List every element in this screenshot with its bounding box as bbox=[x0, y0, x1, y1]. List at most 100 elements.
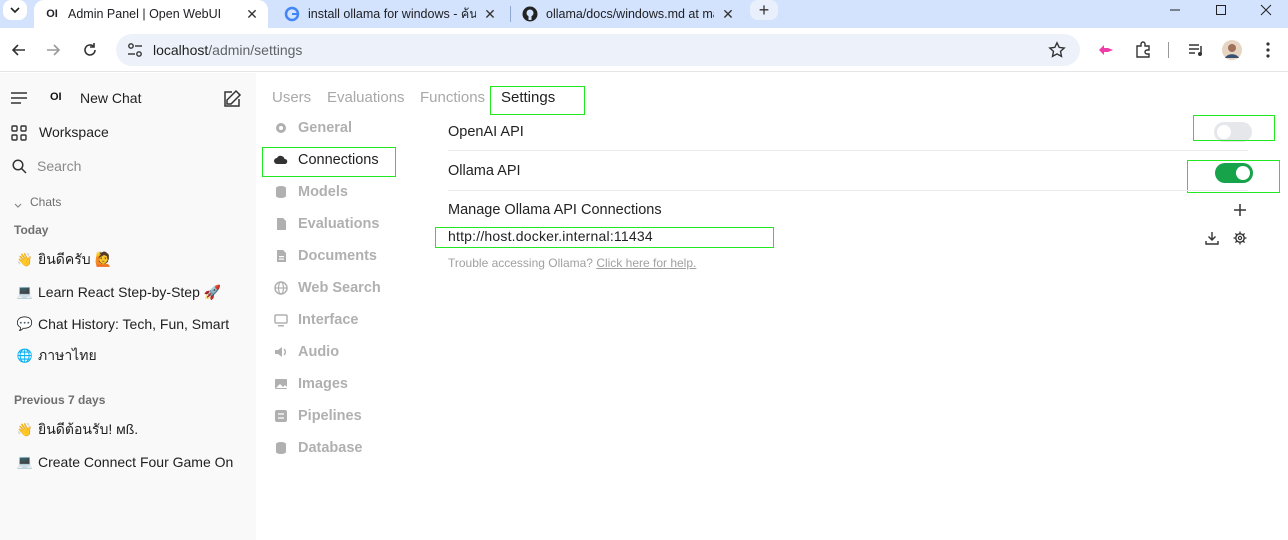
hamburger-menu-icon[interactable] bbox=[10, 91, 28, 110]
media-control-icon[interactable] bbox=[1186, 40, 1206, 60]
minimize-icon bbox=[1170, 9, 1180, 11]
plus-icon: + bbox=[758, 0, 770, 20]
image-icon bbox=[274, 377, 288, 391]
file-icon bbox=[274, 249, 288, 263]
settings-nav-general[interactable]: General bbox=[274, 117, 424, 139]
browser-tab-bar: OI Admin Panel | Open WebUI ✕ install ol… bbox=[0, 0, 1288, 28]
highlight-box-openai-toggle bbox=[1193, 115, 1275, 141]
new-chat-label[interactable]: New Chat bbox=[80, 90, 141, 106]
settings-nav-label: Pipelines bbox=[298, 408, 362, 424]
profile-avatar[interactable] bbox=[1222, 40, 1242, 60]
settings-nav-images[interactable]: Images bbox=[274, 373, 424, 395]
chat-emoji: 💬 bbox=[16, 316, 34, 331]
reload-button[interactable] bbox=[77, 37, 103, 63]
chat-item[interactable]: 💻 Create Connect Four Game On bbox=[16, 450, 238, 474]
settings-nav-evaluations[interactable]: Evaluations bbox=[274, 213, 424, 235]
chat-item[interactable]: 👋 ยินดีต้อนรับ! мß. bbox=[16, 418, 244, 442]
sidebar-search[interactable]: Search bbox=[0, 155, 256, 179]
settings-nav-label: Database bbox=[298, 440, 363, 456]
workspace-label: Workspace bbox=[39, 124, 109, 140]
settings-nav-label: Documents bbox=[298, 248, 377, 264]
maximize-button[interactable] bbox=[1198, 0, 1244, 20]
arrow-right-icon bbox=[47, 44, 61, 56]
settings-nav-interface[interactable]: Interface bbox=[274, 309, 424, 331]
tab-functions[interactable]: Functions bbox=[420, 89, 485, 106]
settings-nav-label: Web Search bbox=[298, 280, 381, 296]
settings-nav-documents[interactable]: Documents bbox=[274, 245, 424, 267]
settings-nav-label: Evaluations bbox=[298, 216, 380, 232]
previous-7-days-label: Previous 7 days bbox=[14, 393, 106, 407]
monitor-icon bbox=[274, 313, 288, 327]
toolbar-divider bbox=[1168, 42, 1169, 58]
sidebar-header: OI New Chat bbox=[0, 87, 256, 111]
settings-nav-label: Audio bbox=[298, 344, 340, 360]
highlight-box-settings-tab bbox=[490, 86, 585, 115]
close-tab-icon[interactable]: ✕ bbox=[244, 6, 260, 22]
settings-nav-web-search[interactable]: Web Search bbox=[274, 277, 424, 299]
settings-nav-pipelines[interactable]: Pipelines bbox=[274, 405, 424, 427]
sidebar-workspace[interactable]: Workspace bbox=[0, 121, 256, 145]
back-button[interactable] bbox=[6, 37, 32, 63]
chevron-down-icon bbox=[14, 197, 22, 215]
chat-item[interactable]: 🌐 ภาษาไทย bbox=[16, 344, 244, 368]
new-chat-pencil-icon[interactable] bbox=[222, 89, 242, 114]
connection-settings-button[interactable] bbox=[1231, 229, 1249, 247]
pipeline-icon bbox=[274, 409, 288, 423]
close-window-button[interactable] bbox=[1244, 0, 1288, 20]
tab-search-button[interactable] bbox=[3, 0, 27, 20]
divider bbox=[448, 190, 1248, 191]
tab-evaluations[interactable]: Evaluations bbox=[327, 89, 405, 106]
chat-emoji: 🌐 bbox=[16, 348, 34, 363]
settings-nav-database[interactable]: Database bbox=[274, 437, 424, 459]
browser-tab-admin-panel[interactable]: OI Admin Panel | Open WebUI ✕ bbox=[34, 0, 268, 28]
arrow-left-icon bbox=[11, 44, 25, 56]
speaker-icon bbox=[274, 345, 288, 359]
browser-tab-google[interactable]: install ollama for windows - ค้นห ✕ bbox=[274, 0, 506, 28]
add-connection-button[interactable] bbox=[1231, 201, 1249, 219]
browser-menu-kebab-icon[interactable] bbox=[1258, 40, 1278, 60]
chat-title: Chat History: Tech, Fun, Smart bbox=[38, 316, 230, 332]
divider bbox=[448, 150, 1248, 151]
extension-pink-icon[interactable] bbox=[1096, 40, 1116, 60]
chats-header: Chats bbox=[30, 195, 62, 209]
forward-button[interactable] bbox=[40, 37, 66, 63]
chat-emoji: 💻 bbox=[16, 284, 34, 299]
chat-item[interactable]: 💻 Learn React Step-by-Step 🚀 bbox=[16, 280, 244, 304]
settings-nav-models[interactable]: Models bbox=[274, 181, 424, 203]
settings-nav-label: Images bbox=[298, 376, 348, 392]
extensions-puzzle-icon[interactable] bbox=[1133, 40, 1153, 60]
close-icon bbox=[1260, 4, 1272, 16]
url-text[interactable]: localhost/admin/settings bbox=[153, 42, 302, 58]
browser-tab-github[interactable]: ollama/docs/windows.md at ma ✕ bbox=[512, 0, 744, 28]
tab-title: ollama/docs/windows.md at ma bbox=[546, 7, 714, 21]
settings-nav-label: Models bbox=[298, 184, 348, 200]
database-icon bbox=[274, 441, 288, 455]
document-icon bbox=[274, 217, 288, 231]
minimize-button[interactable] bbox=[1152, 0, 1198, 20]
site-info-icon[interactable] bbox=[126, 42, 144, 58]
manage-ollama-connections-label: Manage Ollama API Connections bbox=[448, 202, 662, 218]
bookmark-star-icon[interactable] bbox=[1048, 41, 1066, 59]
reload-icon bbox=[84, 43, 96, 56]
new-tab-button[interactable]: + bbox=[750, 0, 778, 20]
close-tab-icon[interactable]: ✕ bbox=[720, 6, 736, 22]
chat-item[interactable]: 👋 ยินดีครับ 🙋 bbox=[16, 248, 244, 272]
help-link[interactable]: Click here for help. bbox=[596, 256, 696, 270]
tab-title: Admin Panel | Open WebUI bbox=[68, 7, 222, 21]
address-bar[interactable]: localhost/admin/settings bbox=[116, 34, 1080, 66]
download-model-button[interactable] bbox=[1203, 229, 1221, 247]
highlight-box-connections bbox=[262, 147, 396, 177]
chats-section-header[interactable]: Chats bbox=[0, 193, 256, 213]
tab-users[interactable]: Users bbox=[272, 89, 311, 106]
search-icon bbox=[12, 159, 27, 179]
tab-separator bbox=[510, 6, 511, 22]
settings-nav-audio[interactable]: Audio bbox=[274, 341, 424, 363]
close-tab-icon[interactable]: ✕ bbox=[482, 6, 498, 22]
chat-item[interactable]: 💬 Chat History: Tech, Fun, Smart bbox=[16, 312, 238, 336]
download-icon bbox=[1205, 232, 1219, 245]
search-input[interactable]: Search bbox=[37, 158, 81, 174]
workspace-grid-icon bbox=[11, 125, 27, 146]
tab-title: install ollama for windows - ค้นห bbox=[308, 7, 476, 21]
help-prompt: Trouble accessing Ollama? bbox=[448, 256, 593, 270]
chat-emoji: 👋 bbox=[16, 422, 34, 437]
